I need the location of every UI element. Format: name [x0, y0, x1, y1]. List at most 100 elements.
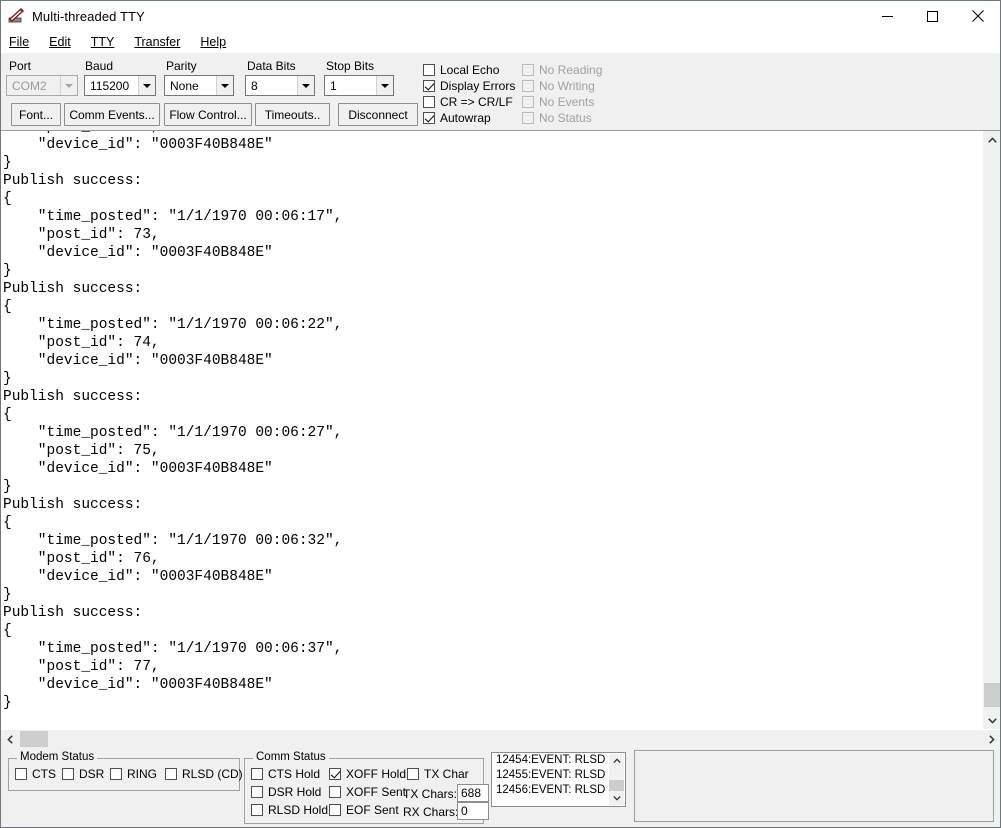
- modem-dsr-checkbox[interactable]: DSR: [62, 767, 104, 781]
- dsr-hold-label: DSR Hold: [268, 785, 322, 799]
- modem-dsr-label: DSR: [79, 767, 105, 781]
- scroll-up-icon[interactable]: [983, 131, 1000, 149]
- local-echo-checkbox[interactable]: Local Echo: [423, 63, 499, 77]
- modem-rlsd-checkbox[interactable]: RLSD (CD): [165, 767, 243, 781]
- data-bits-label: Data Bits: [247, 59, 296, 73]
- terminal-vertical-scrollbar[interactable]: [982, 131, 1000, 729]
- tx-char-label: TX Char: [424, 767, 469, 781]
- no-events-checkbox: No Events: [522, 95, 594, 109]
- display-errors-label: Display Errors: [440, 79, 516, 93]
- stop-bits-select[interactable]: 1: [324, 75, 394, 96]
- xoff-hold-checkbox[interactable]: XOFF Hold: [329, 767, 406, 781]
- menu-file-label: File: [9, 35, 30, 49]
- dsr-hold-checkbox[interactable]: DSR Hold: [251, 785, 321, 799]
- maximize-button[interactable]: [910, 1, 955, 31]
- terminal-horizontal-scrollbar[interactable]: [1, 729, 1000, 748]
- chevron-down-icon: [297, 76, 314, 95]
- terminal-area: "post_id": 72, "device_id": "0003F40B848…: [1, 131, 1000, 748]
- cts-hold-label: CTS Hold: [268, 767, 321, 781]
- tty-application-window: Multi-threaded TTY File Edit TTY Transfe…: [0, 0, 1001, 828]
- display-errors-checkbox[interactable]: Display Errors: [423, 79, 515, 93]
- menu-tty[interactable]: TTY: [91, 35, 115, 49]
- chevron-down-icon: [60, 76, 77, 95]
- data-bits-select[interactable]: 8: [245, 75, 315, 96]
- event-log-list[interactable]: 12454:EVENT: RLSD 12455:EVENT: RLSD 1245…: [491, 752, 626, 807]
- rx-chars-value: 0: [457, 802, 489, 820]
- data-bits-value: 8: [251, 78, 258, 93]
- cts-hold-checkbox[interactable]: CTS Hold: [251, 767, 320, 781]
- no-reading-checkbox: No Reading: [522, 63, 602, 77]
- minimize-button[interactable]: [865, 1, 910, 31]
- modem-status-group: Modem Status CTS DSR RING RLSD (CD): [8, 751, 243, 791]
- checkbox-box: [423, 96, 435, 108]
- comm-status-title: Comm Status: [253, 751, 329, 763]
- window-title: Multi-threaded TTY: [32, 8, 145, 24]
- chevron-down-icon: [376, 76, 393, 95]
- connection-toolbar: Port Baud Parity Data Bits Stop Bits COM…: [1, 53, 1000, 131]
- timeouts-button[interactable]: Timeouts..: [255, 103, 330, 126]
- close-button[interactable]: [955, 1, 1000, 31]
- list-item[interactable]: 12456:EVENT: RLSD: [492, 783, 625, 798]
- rlsd-hold-checkbox[interactable]: RLSD Hold: [251, 803, 328, 817]
- checkbox-box: [522, 64, 534, 76]
- rx-chars-label: RX Chars:: [403, 805, 459, 819]
- comm-events-button[interactable]: Comm Events...: [64, 103, 160, 126]
- font-button[interactable]: Font...: [11, 103, 61, 126]
- modem-ring-label: RING: [127, 767, 157, 781]
- no-reading-label: No Reading: [539, 63, 603, 77]
- port-value: COM2: [12, 78, 47, 93]
- checkbox-box: [423, 112, 435, 124]
- disconnect-button[interactable]: Disconnect: [338, 103, 418, 126]
- rlsd-hold-label: RLSD Hold: [268, 803, 329, 817]
- chevron-down-icon: [216, 76, 233, 95]
- modem-rlsd-label: RLSD (CD): [182, 767, 243, 781]
- modem-cts-checkbox[interactable]: CTS: [15, 767, 56, 781]
- checkbox-box: [165, 768, 177, 780]
- menu-edit-label: Edit: [49, 35, 71, 49]
- scroll-right-icon[interactable]: [982, 730, 1000, 748]
- checkbox-box: [15, 768, 27, 780]
- baud-label: Baud: [85, 59, 114, 73]
- parity-select[interactable]: None: [164, 75, 234, 96]
- baud-select[interactable]: 115200: [84, 75, 156, 96]
- menu-transfer[interactable]: Transfer: [134, 35, 180, 49]
- list-item[interactable]: 12454:EVENT: RLSD: [492, 753, 625, 768]
- autowrap-label: Autowrap: [440, 111, 491, 125]
- no-writing-checkbox: No Writing: [522, 79, 595, 93]
- list-item[interactable]: 12455:EVENT: RLSD: [492, 768, 625, 783]
- event-log-scrollbar[interactable]: [609, 754, 624, 805]
- port-select[interactable]: COM2: [6, 75, 78, 96]
- checkbox-box: [329, 786, 341, 798]
- parity-value: None: [170, 78, 199, 93]
- eof-sent-checkbox[interactable]: EOF Sent: [329, 803, 399, 817]
- checkbox-box: [251, 804, 263, 816]
- horizontal-scroll-thumb[interactable]: [20, 731, 48, 747]
- menu-edit[interactable]: Edit: [49, 35, 71, 49]
- tx-char-checkbox[interactable]: TX Char: [407, 767, 469, 781]
- checkbox-box: [329, 804, 341, 816]
- local-echo-label: Local Echo: [440, 63, 500, 77]
- checkbox-box: [329, 768, 341, 780]
- menu-file[interactable]: File: [9, 35, 29, 49]
- scroll-down-icon[interactable]: [983, 711, 1000, 729]
- no-writing-label: No Writing: [539, 79, 595, 93]
- scroll-left-icon[interactable]: [1, 730, 19, 748]
- chevron-down-icon: [138, 76, 155, 95]
- scroll-up-icon[interactable]: [609, 754, 624, 768]
- no-status-checkbox: No Status: [522, 111, 592, 125]
- modem-ring-checkbox[interactable]: RING: [110, 767, 157, 781]
- flow-control-button[interactable]: Flow Control...: [164, 103, 252, 126]
- menu-help-label: Help: [200, 35, 227, 49]
- stop-bits-label: Stop Bits: [326, 59, 375, 73]
- xoff-sent-checkbox[interactable]: XOFF Sent: [329, 785, 406, 799]
- checkbox-box: [62, 768, 74, 780]
- checkbox-box: [522, 96, 534, 108]
- autowrap-checkbox[interactable]: Autowrap: [423, 111, 491, 125]
- menu-help[interactable]: Help: [200, 35, 226, 49]
- cr-to-crlf-checkbox[interactable]: CR => CR/LF: [423, 95, 513, 109]
- status-bar-area: Modem Status CTS DSR RING RLSD (CD) Comm…: [1, 747, 1000, 827]
- menu-transfer-label: Transfer: [134, 35, 181, 49]
- scroll-down-icon[interactable]: [609, 791, 624, 805]
- vertical-scroll-thumb[interactable]: [984, 683, 1000, 707]
- terminal-output[interactable]: "post_id": 72, "device_id": "0003F40B848…: [1, 131, 982, 729]
